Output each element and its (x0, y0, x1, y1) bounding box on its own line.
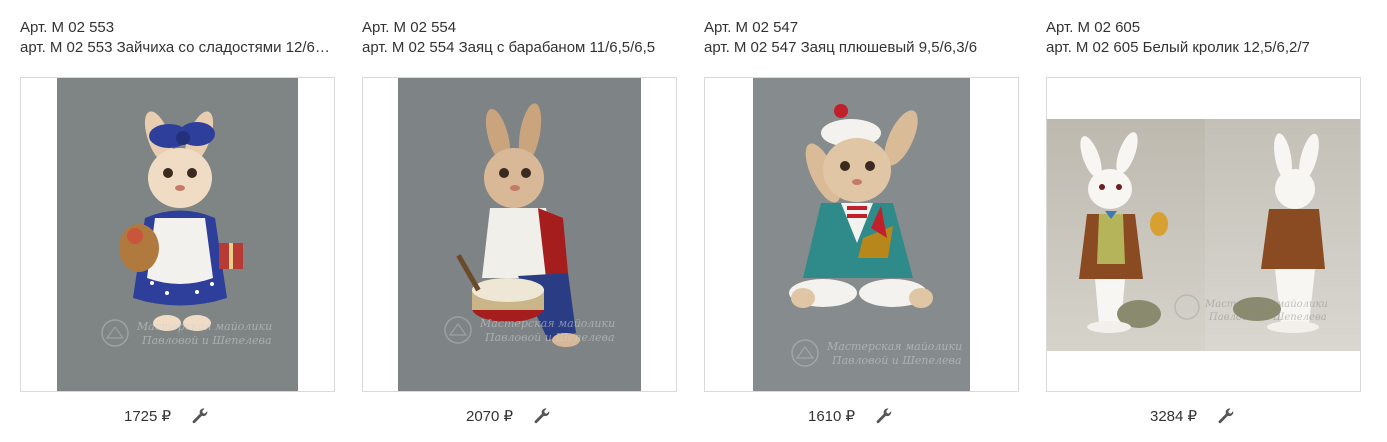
product-card: Арт. М 02 553 арт. М 02 553 Зайчиха со с… (20, 0, 336, 442)
product-price: 3284 ₽ (1150, 408, 1198, 425)
product-sku: Арт. М 02 553 (20, 19, 115, 36)
product-photo: Мастерская майолики Павловой и Шепелева (1047, 119, 1360, 351)
product-title-link[interactable]: арт. М 02 554 Заяц с барабаном 11/6,5/6,… (362, 39, 676, 57)
product-title-link[interactable]: арт. М 02 553 Зайчиха со сладостями 12/6… (20, 39, 334, 57)
svg-text:Павловой и Шепелева: Павловой и Шепелева (141, 334, 272, 347)
wrench-icon[interactable] (191, 407, 209, 425)
price-row: 3284 ₽ (1046, 405, 1362, 429)
bunny-sailor-figurine-image: Мастерская майолики Павловой и Шепелева (753, 78, 970, 391)
price-row: 1725 ₽ (20, 405, 336, 429)
product-sku: Арт. М 02 547 (704, 19, 799, 36)
product-title-link[interactable]: арт. М 02 547 Заяц плюшевый 9,5/6,3/6 (704, 39, 1018, 57)
svg-text:Мастерская майолики: Мастерская майолики (1204, 299, 1328, 310)
wrench-icon[interactable] (533, 407, 551, 425)
svg-text:Павловой и Шепелева: Павловой и Шепелева (484, 331, 615, 344)
product-photo: Мастерская майолики Павловой и Шепелева (398, 78, 641, 391)
bunny-drummer-figurine-image: Мастерская майолики Павловой и Шепелева (398, 78, 641, 391)
product-photo: Мастерская майолики Павловой и Шепелева (753, 78, 970, 391)
product-price: 1725 ₽ (124, 408, 172, 425)
price-row: 1610 ₽ (704, 405, 1020, 429)
product-price: 1610 ₽ (808, 408, 856, 425)
product-price: 2070 ₽ (466, 408, 514, 425)
svg-text:Мастерская майолики: Мастерская майолики (826, 340, 962, 353)
bunny-girl-figurine-image: Мастерская майолики Павловой и Шепелева (57, 78, 298, 391)
svg-text:Павловой и Шепелева: Павловой и Шепелева (831, 354, 962, 367)
product-image-link[interactable]: Мастерская майолики Павловой и Шепелева (20, 77, 335, 392)
product-card: Арт. М 02 605 арт. М 02 605 Белый кролик… (1046, 0, 1362, 442)
product-image-link[interactable]: Мастерская майолики Павловой и Шепелева (362, 77, 677, 392)
product-card: Арт. М 02 547 арт. М 02 547 Заяц плюшевы… (704, 0, 1020, 442)
product-sku: Арт. М 02 605 (1046, 19, 1141, 36)
product-photo: Мастерская майолики Павловой и Шепелева (57, 78, 298, 391)
product-image-link[interactable]: Мастерская майолики Павловой и Шепелева (1046, 77, 1361, 392)
product-card: Арт. М 02 554 арт. М 02 554 Заяц с бараб… (362, 0, 678, 442)
svg-text:Мастерская майолики: Мастерская майолики (136, 320, 272, 333)
product-image-link[interactable]: Мастерская майолики Павловой и Шепелева (704, 77, 1019, 392)
svg-text:Мастерская майолики: Мастерская майолики (479, 317, 615, 330)
product-grid: Арт. М 02 553 арт. М 02 553 Зайчиха со с… (0, 0, 1387, 442)
wrench-icon[interactable] (1217, 407, 1235, 425)
svg-text:Павловой и Шепелева: Павловой и Шепелева (1208, 312, 1327, 323)
product-sku: Арт. М 02 554 (362, 19, 457, 36)
white-rabbit-figurine-image: Мастерская майолики Павловой и Шепелева (1047, 119, 1360, 351)
product-title-link[interactable]: арт. М 02 605 Белый кролик 12,5/6,2/7 (1046, 39, 1360, 57)
price-row: 2070 ₽ (362, 405, 678, 429)
wrench-icon[interactable] (875, 407, 893, 425)
